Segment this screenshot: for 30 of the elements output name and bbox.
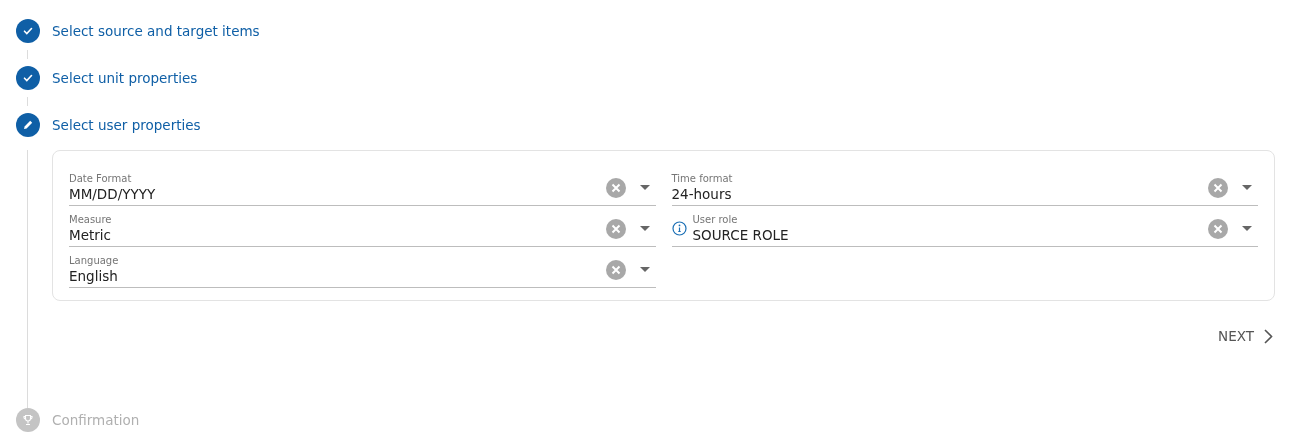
- pencil-icon: [22, 119, 34, 131]
- field-label: Language: [69, 254, 120, 267]
- next-button[interactable]: NEXT: [1216, 324, 1275, 348]
- select-field[interactable]: Date Format MM/DD/YYYY: [69, 170, 656, 206]
- check-icon: [22, 72, 34, 84]
- field-label: Measure: [69, 213, 113, 226]
- caret-icon[interactable]: [639, 266, 650, 273]
- chevron-right-icon: [1264, 328, 1273, 344]
- field-value: English: [69, 267, 119, 285]
- select-field[interactable]: Time format 24-hours: [671, 170, 1258, 206]
- field-value: MM/DD/YYYY: [69, 185, 157, 203]
- caret-icon[interactable]: [1242, 225, 1252, 232]
- field-label: Date Format: [69, 172, 133, 185]
- step-label[interactable]: Select unit properties: [52, 70, 198, 86]
- field-label: Time format: [671, 172, 734, 185]
- select-field[interactable]: Measure Metric: [69, 211, 656, 247]
- check-icon: [22, 25, 34, 37]
- step-label[interactable]: Select source and target items: [52, 23, 260, 39]
- select-field[interactable]: User role SOURCE ROLE: [671, 211, 1258, 247]
- caret-icon[interactable]: [639, 184, 650, 191]
- field-value: SOURCE ROLE: [692, 226, 790, 244]
- field-value: 24-hours: [671, 185, 733, 203]
- select-field[interactable]: Language English: [69, 252, 656, 288]
- info-icon[interactable]: [671, 221, 687, 236]
- caret-icon[interactable]: [639, 225, 650, 232]
- field-value: Metric: [69, 226, 112, 244]
- trophy-icon: [22, 414, 34, 426]
- caret-icon[interactable]: [1242, 184, 1252, 191]
- field-label: User role: [692, 213, 739, 226]
- step-label[interactable]: Select user properties: [52, 117, 201, 133]
